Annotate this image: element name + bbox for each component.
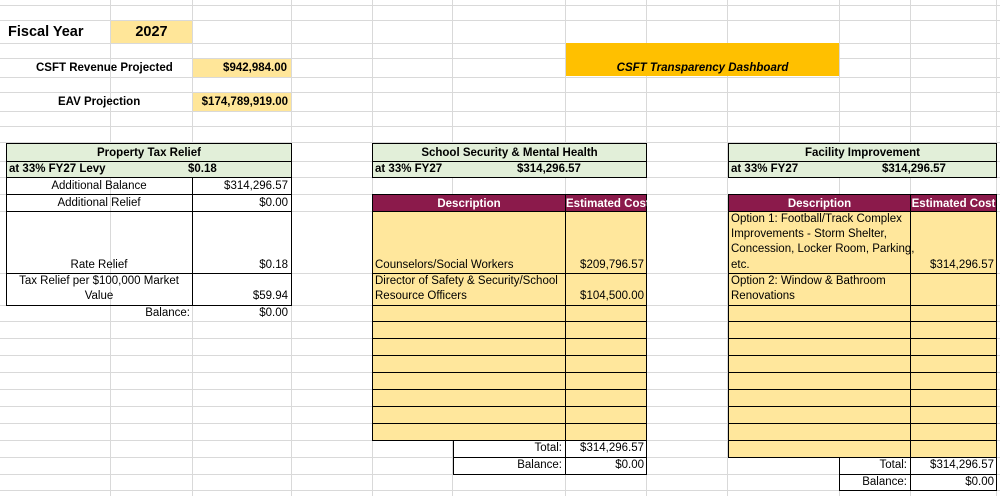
property-tax-title: Property Tax Relief xyxy=(6,143,292,161)
fiscal-year-input[interactable]: 2027 xyxy=(111,21,192,43)
security-table-lines xyxy=(372,211,647,441)
security-total-value: $314,296.57 xyxy=(580,442,644,454)
facility-col-description: Description xyxy=(728,194,911,212)
property-tax-balance-label: Balance: xyxy=(145,307,190,319)
security-item-2-cost[interactable]: $104,500.00 xyxy=(566,289,644,304)
facility-balance-label: Balance: xyxy=(862,476,907,488)
security-balance-label: Balance: xyxy=(517,459,562,471)
fiscal-year-label: Fiscal Year xyxy=(8,24,84,40)
revenue-label: CSFT Revenue Projected xyxy=(36,62,173,74)
facility-option-1-line4[interactable]: etc. xyxy=(731,258,750,273)
tax-relief-label-line1: Tax Relief per $100,000 Market xyxy=(19,275,179,287)
rate-relief-value: $0.18 xyxy=(259,259,288,271)
eav-label: EAV Projection xyxy=(58,96,141,108)
security-item-1-cost[interactable]: $209,796.57 xyxy=(566,258,644,273)
security-levy-row: at 33% FY27 $314,296.57 xyxy=(372,161,647,178)
security-col-description: Description xyxy=(372,194,566,212)
security-item-2-desc-line2[interactable]: Resource Officers xyxy=(375,289,467,304)
property-tax-row-line-1 xyxy=(6,194,292,195)
security-col-cost: Estimated Cost xyxy=(565,194,650,212)
security-total-label: Total: xyxy=(534,442,563,454)
security-item-1-desc[interactable]: Counselors/Social Workers xyxy=(375,258,513,273)
tax-relief-value: $59.94 xyxy=(252,290,288,302)
facility-option-1-line3[interactable]: Concession, Locker Room, Parking, xyxy=(731,242,914,257)
security-levy-label: at 33% FY27 xyxy=(375,163,443,175)
facility-total-value: $314,296.57 xyxy=(930,459,994,471)
dashboard-title-banner: CSFT Transparency Dashboard xyxy=(566,43,839,76)
property-tax-balance-value: $0.00 xyxy=(259,307,288,319)
facility-option-1-line2[interactable]: Improvements - Storm Shelter, xyxy=(731,227,887,242)
facility-option-1-line1[interactable]: Option 1: Football/Track Complex xyxy=(731,212,902,227)
additional-balance-label: Additional Balance xyxy=(51,180,147,192)
security-balance-value: $0.00 xyxy=(615,459,644,471)
property-tax-levy-label: at 33% FY27 Levy xyxy=(9,163,106,175)
additional-relief-label: Additional Relief xyxy=(57,197,141,209)
tax-relief-label-line2: Value xyxy=(84,290,114,302)
facility-levy-label: at 33% FY27 xyxy=(731,163,799,175)
facility-balance-value: $0.00 xyxy=(965,476,994,488)
eav-value[interactable]: $174,789,919.00 xyxy=(193,93,291,111)
property-tax-levy-row: at 33% FY27 Levy $0.18 xyxy=(6,161,292,178)
security-title: School Security & Mental Health xyxy=(372,143,647,161)
security-item-2-desc-line1[interactable]: Director of Safety & Security/School xyxy=(375,274,558,289)
facility-levy-row: at 33% FY27 $314,296.57 xyxy=(728,161,997,178)
additional-relief-value: $0.00 xyxy=(259,197,288,209)
facility-option-2-line2[interactable]: Renovations xyxy=(731,289,795,304)
facility-levy-value: $314,296.57 xyxy=(882,163,946,175)
facility-option-1-cost[interactable]: $314,296.57 xyxy=(911,258,994,273)
rate-relief-label: Rate Relief xyxy=(70,259,128,271)
facility-col-cost: Estimated Cost xyxy=(910,194,997,212)
security-levy-value: $314,296.57 xyxy=(517,163,581,175)
additional-balance-value: $314,296.57 xyxy=(224,180,288,192)
facility-option-2-line1[interactable]: Option 2: Window & Bathroom xyxy=(731,274,886,289)
revenue-value[interactable]: $942,984.00 xyxy=(193,59,291,77)
property-tax-row-line-2 xyxy=(6,211,292,212)
facility-total-label: Total: xyxy=(879,459,908,471)
facility-title: Facility Improvement xyxy=(728,143,997,161)
property-tax-levy-value: $0.18 xyxy=(188,163,217,175)
